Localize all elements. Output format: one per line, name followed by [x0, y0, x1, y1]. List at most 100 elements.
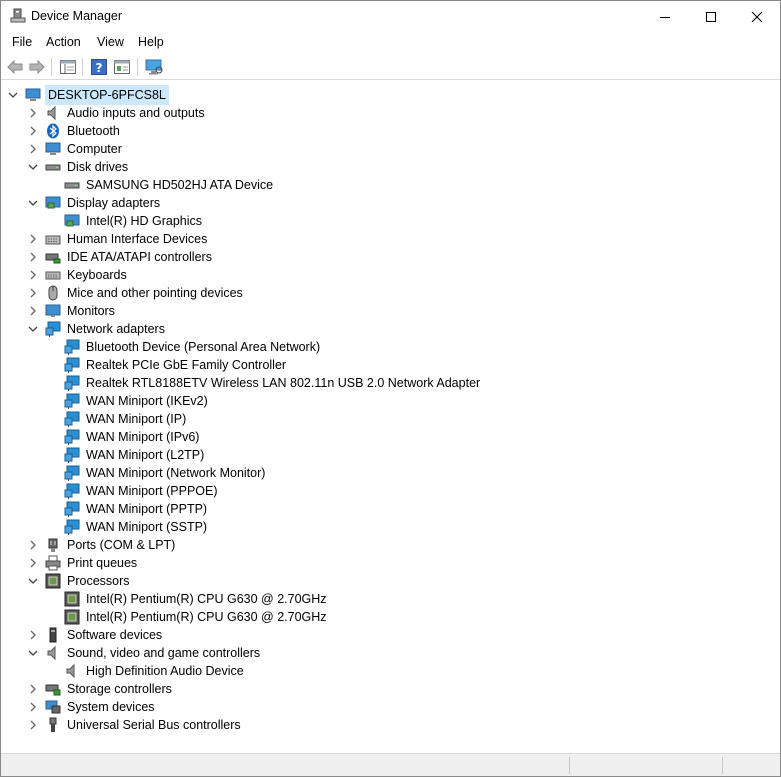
expand-chevron-icon[interactable]: [27, 284, 39, 302]
menu-file[interactable]: File: [11, 35, 33, 49]
category-monitors[interactable]: Monitors: [27, 302, 117, 320]
network-adapter-icon: [64, 339, 80, 355]
back-arrow-icon: [7, 60, 23, 74]
category-label: Universal Serial Bus controllers: [67, 718, 241, 732]
category-label: Network adapters: [67, 322, 165, 336]
root-label: DESKTOP-6PFCS8L: [45, 85, 169, 105]
category-mice[interactable]: Mice and other pointing devices: [27, 284, 245, 302]
category-computer[interactable]: Computer: [27, 140, 124, 158]
expand-chevron-icon[interactable]: [27, 140, 39, 158]
menu-action[interactable]: Action: [45, 35, 82, 49]
category-audio[interactable]: Audio inputs and outputs: [27, 104, 207, 122]
expand-chevron-icon[interactable]: [27, 248, 39, 266]
scan-hardware-button[interactable]: [145, 58, 163, 76]
category-ports[interactable]: Ports (COM & LPT): [27, 536, 177, 554]
device-label: Intel(R) HD Graphics: [86, 214, 202, 228]
expand-chevron-icon[interactable]: [27, 626, 39, 644]
close-icon: [751, 11, 763, 22]
device-sound-hd-audio[interactable]: High Definition Audio Device: [64, 662, 246, 680]
category-ide[interactable]: IDE ATA/ATAPI controllers: [27, 248, 214, 266]
tree-root-computer[interactable]: DESKTOP-6PFCS8L: [7, 85, 169, 105]
category-sound[interactable]: Sound, video and game controllers: [27, 644, 262, 662]
category-bluetooth[interactable]: Bluetooth: [27, 122, 122, 140]
collapse-chevron-icon[interactable]: [27, 572, 39, 590]
device-network[interactable]: WAN Miniport (IKEv2): [64, 392, 210, 410]
disk-drive-icon: [45, 159, 61, 175]
close-button[interactable]: [734, 1, 780, 32]
expand-chevron-icon[interactable]: [27, 554, 39, 572]
category-print-queues[interactable]: Print queues: [27, 554, 139, 572]
menu-help[interactable]: Help: [137, 35, 165, 49]
category-display-adapters[interactable]: Display adapters: [27, 194, 162, 212]
category-label: Human Interface Devices: [67, 232, 208, 246]
category-storage-controllers[interactable]: Storage controllers: [27, 680, 174, 698]
device-manager-window: Device Manager File Action View Help ? D…: [0, 0, 781, 777]
minimize-button[interactable]: [642, 1, 688, 32]
network-adapter-icon: [45, 321, 61, 337]
expand-chevron-icon[interactable]: [27, 266, 39, 284]
category-software-devices[interactable]: Software devices: [27, 626, 164, 644]
category-network-adapters[interactable]: Network adapters: [27, 320, 167, 338]
device-network[interactable]: WAN Miniport (L2TP): [64, 446, 206, 464]
device-network[interactable]: Realtek PCIe GbE Family Controller: [64, 356, 288, 374]
forward-button[interactable]: [28, 58, 46, 76]
speaker-icon: [64, 663, 80, 679]
forward-arrow-icon: [29, 60, 45, 74]
device-network[interactable]: WAN Miniport (Network Monitor): [64, 464, 267, 482]
category-system-devices[interactable]: System devices: [27, 698, 157, 716]
properties-button[interactable]: [113, 58, 131, 76]
expand-chevron-icon[interactable]: [27, 302, 39, 320]
mouse-icon: [45, 285, 61, 301]
back-button[interactable]: [6, 58, 24, 76]
help-button[interactable]: ?: [90, 58, 108, 76]
display-adapter-icon: [45, 195, 61, 211]
device-network[interactable]: WAN Miniport (IP): [64, 410, 188, 428]
expand-chevron-icon[interactable]: [27, 680, 39, 698]
network-adapter-icon: [64, 483, 80, 499]
category-hid[interactable]: Human Interface Devices: [27, 230, 209, 248]
device-network[interactable]: WAN Miniport (PPPOE): [64, 482, 220, 500]
expand-chevron-icon[interactable]: [27, 104, 39, 122]
device-label: Intel(R) Pentium(R) CPU G630 @ 2.70GHz: [86, 610, 327, 624]
device-network[interactable]: Realtek RTL8188ETV Wireless LAN 802.11n …: [64, 374, 482, 392]
category-processors[interactable]: Processors: [27, 572, 132, 590]
device-network[interactable]: WAN Miniport (IPv6): [64, 428, 201, 446]
network-adapter-icon: [64, 357, 80, 373]
expand-chevron-icon[interactable]: [27, 230, 39, 248]
category-label: Print queues: [67, 556, 138, 570]
expand-chevron-icon[interactable]: [27, 716, 39, 734]
collapse-chevron-icon[interactable]: [27, 644, 39, 662]
maximize-button[interactable]: [688, 1, 734, 32]
category-label: Processors: [67, 574, 130, 588]
processor-icon: [64, 591, 80, 607]
collapse-chevron-icon[interactable]: [27, 158, 39, 176]
collapse-chevron-icon[interactable]: [27, 320, 39, 338]
device-cpu[interactable]: Intel(R) Pentium(R) CPU G630 @ 2.70GHz: [64, 590, 329, 608]
expand-chevron-icon[interactable]: [27, 122, 39, 140]
display-adapter-icon: [64, 213, 80, 229]
device-disk-samsung[interactable]: SAMSUNG HD502HJ ATA Device: [64, 176, 275, 194]
software-device-icon: [45, 627, 61, 643]
usb-icon: [45, 717, 61, 733]
device-display-intel-hd[interactable]: Intel(R) HD Graphics: [64, 212, 204, 230]
expand-chevron-icon[interactable]: [27, 698, 39, 716]
computer-icon: [25, 87, 41, 103]
storage-controller-icon: [45, 681, 61, 697]
category-disk-drives[interactable]: Disk drives: [27, 158, 130, 176]
title-bar[interactable]: Device Manager: [1, 1, 780, 32]
category-keyboards[interactable]: Keyboards: [27, 266, 129, 284]
menu-view[interactable]: View: [96, 35, 125, 49]
device-network[interactable]: WAN Miniport (PPTP): [64, 500, 209, 518]
device-cpu[interactable]: Intel(R) Pentium(R) CPU G630 @ 2.70GHz: [64, 608, 329, 626]
category-label: Monitors: [67, 304, 115, 318]
device-network[interactable]: Bluetooth Device (Personal Area Network): [64, 338, 322, 356]
collapse-chevron-icon[interactable]: [7, 86, 19, 104]
expand-chevron-icon[interactable]: [27, 536, 39, 554]
show-hide-console-tree-button[interactable]: [59, 58, 77, 76]
category-usb-controllers[interactable]: Universal Serial Bus controllers: [27, 716, 243, 734]
network-adapter-icon: [64, 519, 80, 535]
device-network[interactable]: WAN Miniport (SSTP): [64, 518, 209, 536]
keyboard-icon: [45, 267, 61, 283]
category-label: System devices: [67, 700, 155, 714]
collapse-chevron-icon[interactable]: [27, 194, 39, 212]
